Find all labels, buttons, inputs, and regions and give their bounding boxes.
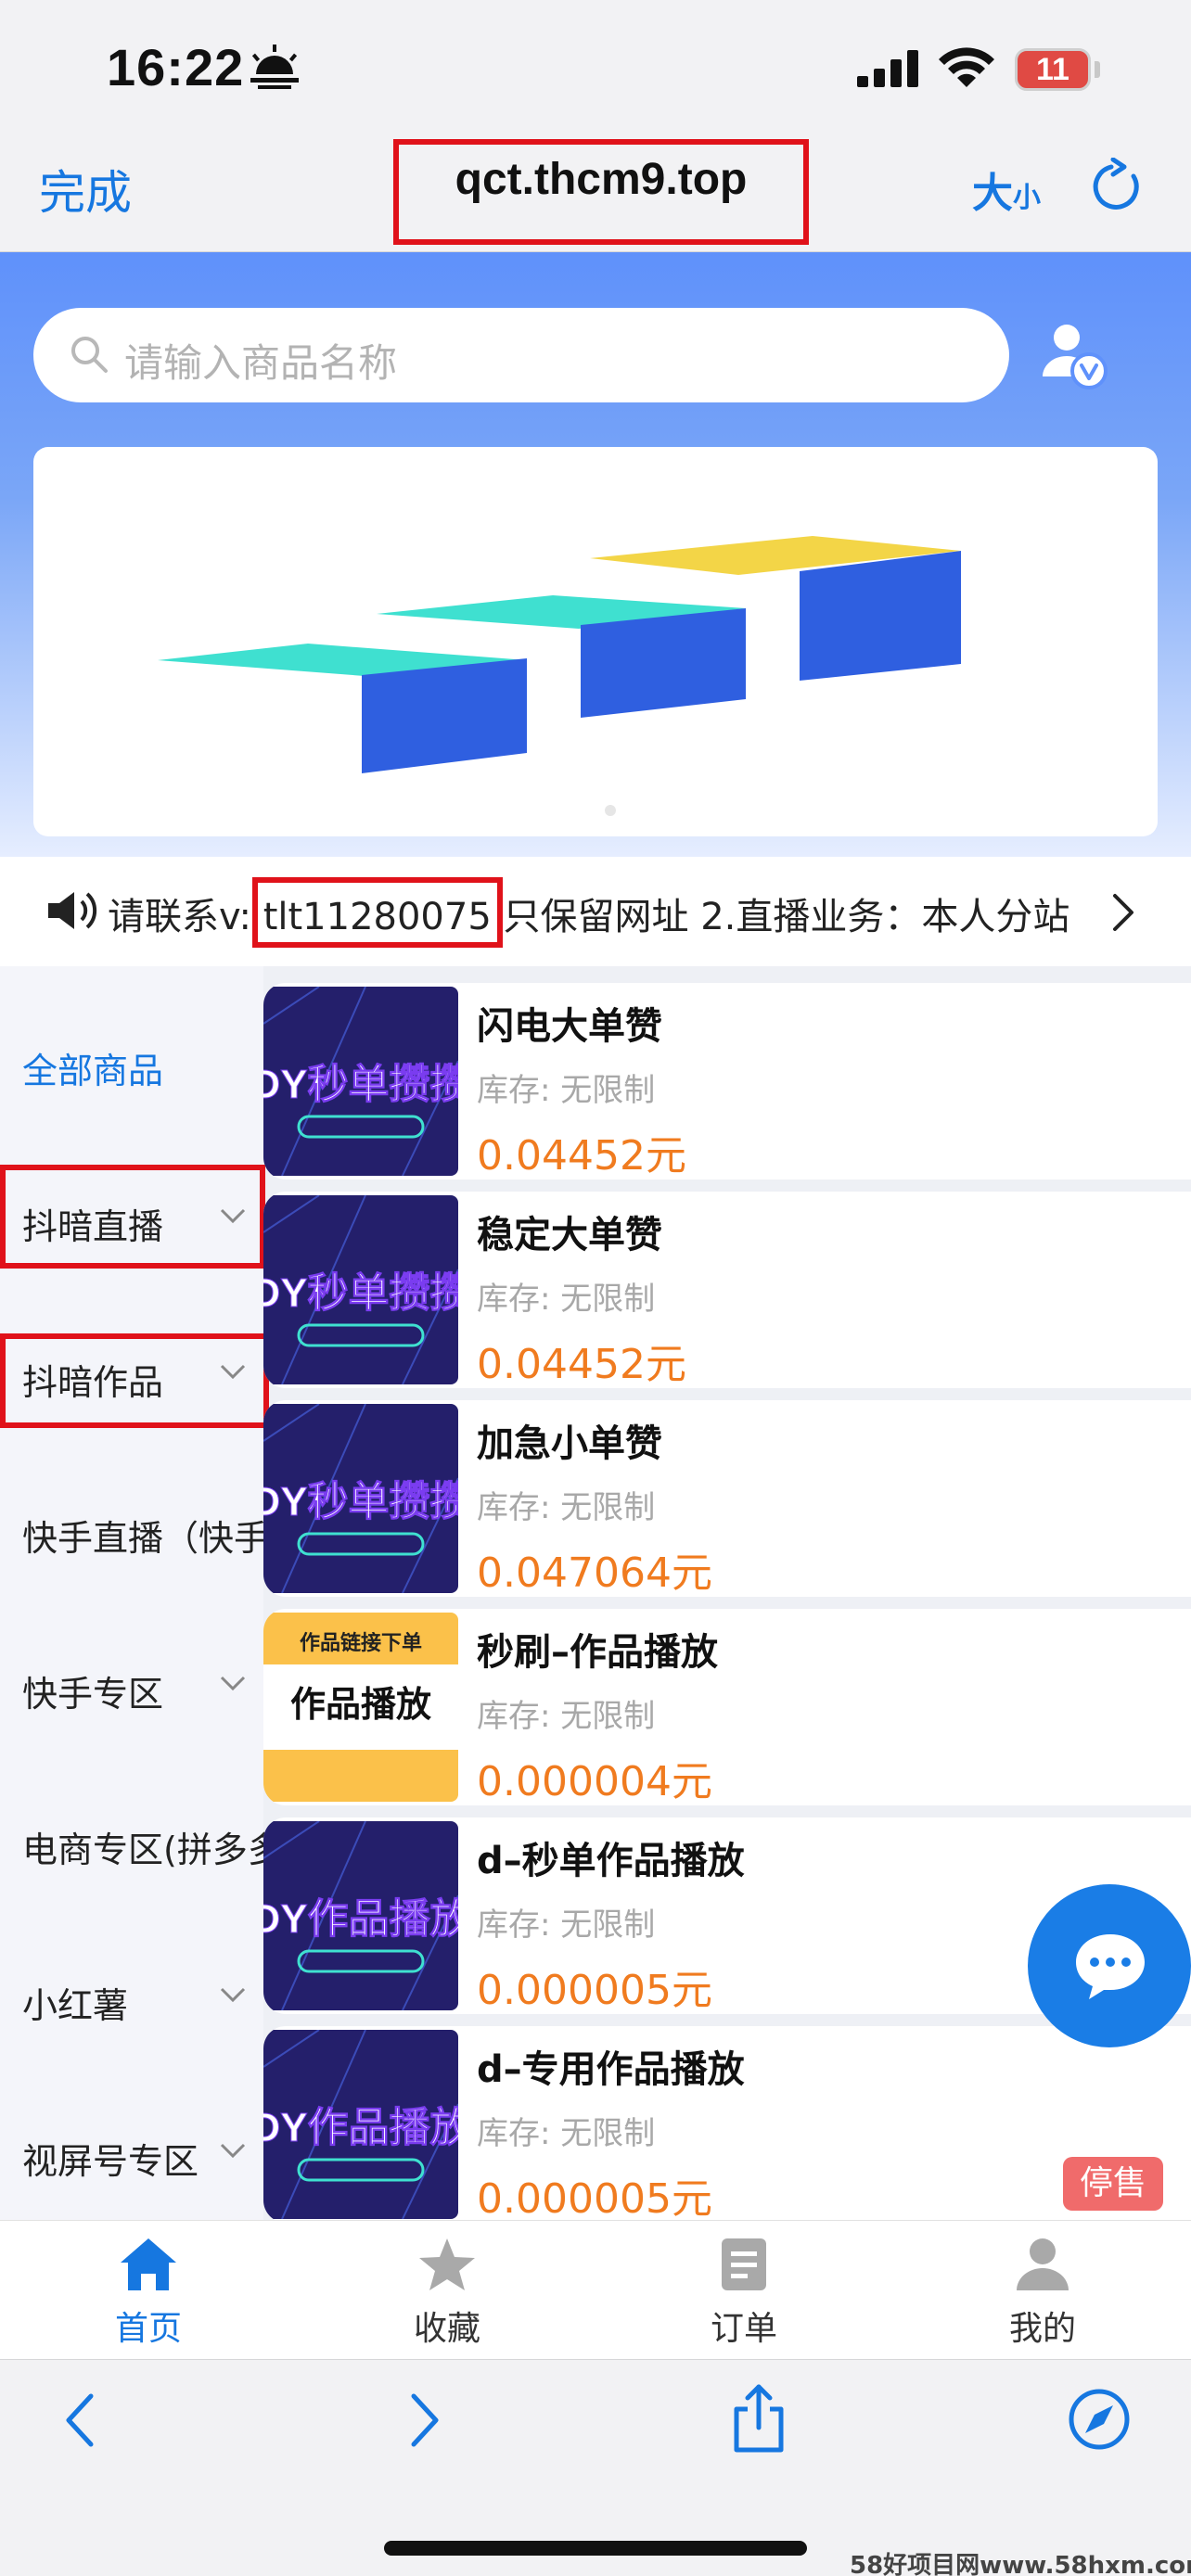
product-price: 0.04452元 — [477, 1132, 686, 1180]
speaker-icon — [48, 892, 97, 929]
category-kuaishou-zone[interactable]: 快手专区 — [22, 1665, 163, 1716]
product-card[interactable]: DY作品播放 d–专用作品播放 库存: 无限制 0.000005元 — [263, 2026, 1191, 2223]
sold-out-badge: 停售 — [1063, 2157, 1163, 2211]
product-name: 闪电大单赞 — [477, 1005, 662, 1048]
product-card[interactable]: DY秒单攒攒 稳定大单赞 库存: 无限制 0.04452元 — [263, 1192, 1191, 1388]
sunrise-icon — [250, 45, 299, 89]
product-name: d–专用作品播放 — [477, 2048, 745, 2091]
category-all[interactable]: 全部商品 — [22, 1042, 163, 1093]
product-price: 0.000005元 — [477, 2175, 712, 2223]
thumb-top-label: 作品链接下单 — [300, 1631, 422, 1654]
chevron-down-icon — [220, 2143, 246, 2159]
notice-prefix: 请联系v: — [108, 896, 251, 938]
notice-mask — [1085, 857, 1191, 966]
product-price: 0.047064元 — [477, 1549, 712, 1597]
search-icon — [71, 337, 108, 373]
cellular-signal-icon — [857, 50, 918, 87]
tab-orders[interactable]: 订单 — [660, 2237, 827, 2350]
chat-bubble-icon — [1076, 1934, 1145, 1999]
thumb-label: DY作品播放 — [263, 2105, 458, 2150]
category-ecommerce[interactable]: 电商专区(拼多多 — [22, 1821, 283, 1872]
product-price: 0.000004元 — [477, 1758, 712, 1805]
tab-orders-label: 订单 — [710, 2310, 777, 2348]
category-xiaohongshu[interactable]: 小红薯 — [22, 1977, 128, 2028]
tab-home[interactable]: 首页 — [65, 2237, 232, 2350]
carousel-dot — [605, 805, 616, 816]
product-name: 稳定大单赞 — [477, 1214, 662, 1256]
tab-profile[interactable]: 我的 — [959, 2237, 1126, 2350]
star-icon — [419, 2238, 475, 2290]
product-stock: 库存: 无限制 — [477, 1281, 656, 1318]
product-thumbnail: 作品链接下单 作品播放 — [263, 1613, 458, 1802]
text-size-button[interactable]: 大小 — [972, 159, 1041, 219]
home-indicator — [384, 2541, 807, 2556]
product-card[interactable]: DY秒单攒攒 加急小单赞 库存: 无限制 0.047064元 — [263, 1400, 1191, 1597]
tab-favorites-label: 收藏 — [413, 2310, 480, 2348]
status-time: 16:22 — [107, 38, 245, 96]
product-stock: 库存: 无限制 — [477, 1698, 656, 1735]
text-size-small: 小 — [1013, 182, 1041, 214]
thumb-label: DY作品播放 — [263, 1896, 458, 1942]
notice-suffix: 只保留网址 2.直播业务：本人分站 — [503, 896, 1070, 938]
product-thumbnail: DY秒单攒攒 — [263, 987, 458, 1176]
category-kuaishou-live[interactable]: 快手直播（快手 — [22, 1510, 269, 1561]
category-video-channel[interactable]: 视屏号专区 — [22, 2133, 198, 2184]
reload-icon[interactable] — [1093, 158, 1143, 211]
text-size-big: 大 — [972, 170, 1013, 217]
forward-icon[interactable] — [406, 2392, 443, 2448]
battery-tip — [1095, 61, 1100, 78]
chevron-down-icon — [220, 1676, 246, 1691]
product-name: 秒刷–作品播放 — [477, 1631, 718, 1674]
banner-graphic — [158, 536, 961, 773]
category-highlight-box — [0, 1333, 269, 1428]
chevron-right-icon[interactable] — [1109, 892, 1137, 933]
product-price: 0.000005元 — [477, 1967, 712, 2014]
tab-home-label: 首页 — [114, 2310, 182, 2348]
product-name: d–秒单作品播放 — [477, 1840, 745, 1882]
back-icon[interactable] — [61, 2392, 98, 2448]
product-stock: 库存: 无限制 — [477, 1072, 656, 1109]
chevron-down-icon — [220, 1987, 246, 2003]
product-thumbnail: DY作品播放 — [263, 1821, 458, 2010]
banner-carousel[interactable] — [33, 447, 1158, 836]
user-verified-icon[interactable] — [1041, 321, 1111, 391]
profile-icon — [1017, 2238, 1069, 2290]
done-button[interactable]: 完成 — [39, 156, 132, 223]
product-stock: 库存: 无限制 — [477, 1906, 656, 1944]
thumb-label: DY秒单攒攒 — [263, 1270, 458, 1316]
thumb-label: DY秒单攒攒 — [263, 1062, 458, 1107]
thumb-label: 作品播放 — [290, 1686, 431, 1725]
contact-highlight-box — [252, 877, 503, 948]
wifi-icon — [939, 47, 994, 87]
battery-indicator: 11 — [1015, 48, 1091, 91]
share-icon[interactable] — [729, 2383, 788, 2454]
search-placeholder: 请输入商品名称 — [124, 340, 398, 386]
tab-favorites[interactable]: 收藏 — [364, 2237, 531, 2350]
product-stock: 库存: 无限制 — [477, 2115, 656, 2152]
product-name: 加急小单赞 — [477, 1422, 662, 1465]
category-sidebar — [0, 966, 263, 2220]
product-thumbnail: DY秒单攒攒 — [263, 1404, 458, 1593]
product-thumbnail: DY作品播放 — [263, 2030, 458, 2219]
product-price: 0.04452元 — [477, 1341, 686, 1388]
tab-profile-label: 我的 — [1008, 2310, 1076, 2348]
document-icon — [722, 2238, 766, 2290]
home-icon — [121, 2238, 176, 2290]
url-highlight-box — [393, 139, 809, 245]
product-stock: 库存: 无限制 — [477, 1489, 656, 1526]
product-card[interactable]: DY秒单攒攒 闪电大单赞 库存: 无限制 0.04452元 — [263, 983, 1191, 1180]
compass-icon[interactable] — [1067, 2387, 1132, 2452]
thumb-label: DY秒单攒攒 — [263, 1479, 458, 1524]
watermark: 58好项目网www.58hxm.com — [850, 2552, 1191, 2576]
product-card[interactable]: 作品链接下单 作品播放 秒刷–作品播放 库存: 无限制 0.000004元 — [263, 1609, 1191, 1805]
category-highlight-box — [0, 1165, 265, 1269]
product-thumbnail: DY秒单攒攒 — [263, 1195, 458, 1384]
